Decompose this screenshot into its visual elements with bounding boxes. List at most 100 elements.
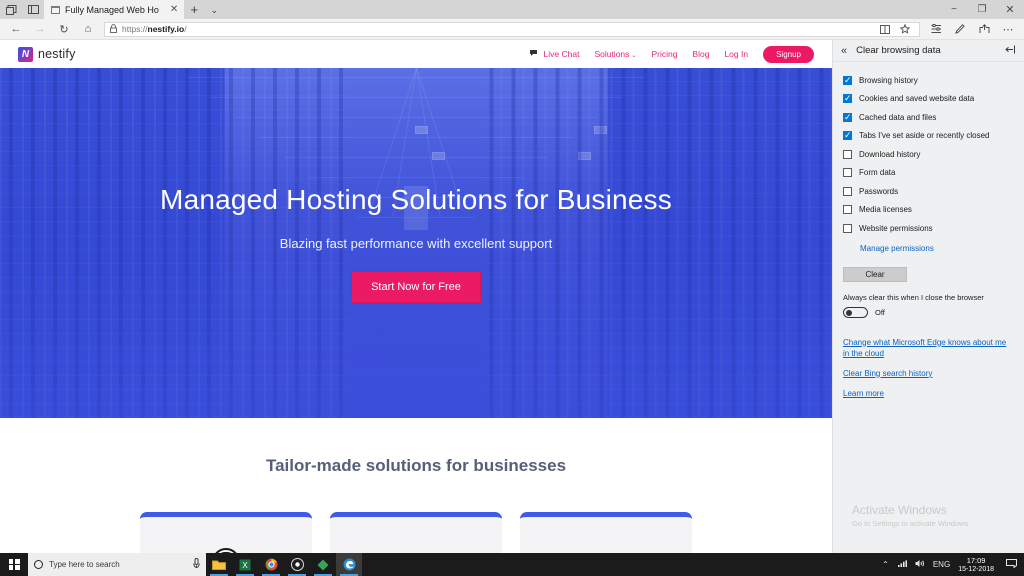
activate-windows-watermark: Activate Windows Go to Settings to activ…	[852, 503, 970, 528]
hub-icon[interactable]	[924, 19, 948, 40]
checkbox-download-history[interactable]: Download history	[843, 145, 1024, 164]
window-controls: − ❐ ✕	[940, 0, 1024, 19]
chevron-down-icon[interactable]: ⌄	[204, 0, 224, 19]
back-chevron-icon[interactable]: «	[841, 45, 847, 57]
minimize-button[interactable]: −	[940, 0, 968, 19]
checkbox-media-licenses[interactable]: Media licenses	[843, 201, 1024, 220]
checkbox-cached-data[interactable]: Cached data and files	[843, 108, 1024, 127]
microphone-icon[interactable]	[193, 558, 200, 571]
windows-taskbar: Type here to search X ⌃ ENG 17:09 15-12-…	[0, 553, 1024, 576]
more-icon[interactable]: ⋯	[996, 19, 1020, 40]
language-indicator[interactable]: ENG	[933, 560, 950, 569]
back-icon[interactable]: ←	[4, 19, 28, 40]
taskbar-search[interactable]: Type here to search	[28, 553, 206, 576]
checkbox-icon[interactable]	[843, 93, 852, 104]
chevron-down-icon: ⌄	[631, 53, 637, 59]
start-button[interactable]	[0, 553, 28, 576]
home-icon[interactable]: ⌂	[76, 19, 100, 40]
checkbox-icon[interactable]	[843, 130, 852, 141]
volume-icon[interactable]	[915, 559, 925, 570]
nav-item-solutions[interactable]: Solutions ⌄	[594, 49, 636, 59]
checkbox-form-data[interactable]: Form data	[843, 164, 1024, 183]
checkbox-icon[interactable]	[843, 223, 852, 233]
page-icon	[51, 5, 60, 14]
share-icon[interactable]	[972, 19, 996, 40]
start-now-button[interactable]: Start Now for Free	[351, 270, 481, 303]
screen: Fully Managed Web Ho ✕ + ⌄ − ❐ ✕ ← → ↻ ⌂…	[0, 0, 1024, 576]
checkbox-passwords[interactable]: Passwords	[843, 182, 1024, 201]
taskbar-app-excel[interactable]: X	[232, 553, 258, 576]
taskbar-app-file-explorer[interactable]	[206, 553, 232, 576]
refresh-icon[interactable]: ↻	[52, 19, 76, 40]
show-hidden-icons-chevron[interactable]: ⌃	[882, 560, 889, 569]
panel-header: « Clear browsing data	[833, 40, 1024, 62]
restore-button[interactable]: ❐	[968, 0, 996, 19]
checkbox-cookies[interactable]: Cookies and saved website data	[843, 90, 1024, 109]
solution-card-enterprise[interactable]	[520, 512, 692, 553]
site-logo[interactable]: N nestify	[18, 46, 76, 62]
new-tab-button[interactable]: +	[184, 0, 204, 19]
browser-tab[interactable]: Fully Managed Web Ho ✕	[44, 0, 185, 19]
checkbox-browsing-history[interactable]: Browsing history	[843, 71, 1024, 90]
logo-text: nestify	[38, 47, 76, 61]
pin-icon[interactable]	[1005, 45, 1016, 57]
checkbox-icon[interactable]	[843, 112, 852, 123]
forward-icon[interactable]: →	[28, 19, 52, 40]
network-icon[interactable]	[897, 559, 907, 570]
solution-cards	[0, 512, 832, 553]
watermark-title: Activate Windows	[852, 503, 947, 517]
taskbar-app-notes[interactable]	[310, 553, 336, 576]
svg-text:X: X	[242, 561, 248, 570]
always-clear-toggle-row: Off	[843, 306, 1024, 318]
web-page: N nestify Live Chat Solutions ⌄ Pricing B…	[0, 40, 832, 553]
favorite-star-icon[interactable]	[896, 19, 914, 40]
freelancer-illustration	[215, 548, 237, 553]
link-clear-bing-search-history[interactable]: Clear Bing search history	[843, 368, 1011, 379]
always-clear-toggle[interactable]	[843, 306, 868, 318]
link-change-what-edge-knows[interactable]: Change what Microsoft Edge knows about m…	[843, 337, 1011, 359]
nav-item-live-chat[interactable]: Live Chat	[544, 49, 580, 59]
checkbox-tabs-set-aside[interactable]: Tabs I've set aside or recently closed	[843, 127, 1024, 146]
hero-title: Managed Hosting Solutions for Business	[160, 183, 672, 215]
notes-icon[interactable]	[948, 19, 972, 40]
checkbox-icon[interactable]	[843, 75, 852, 86]
clock[interactable]: 17:09 15-12-2018	[958, 556, 994, 574]
lock-icon	[110, 23, 117, 35]
manage-permissions-link[interactable]: Manage permissions	[860, 244, 934, 253]
link-learn-more[interactable]: Learn more	[843, 388, 1011, 399]
solutions-section: Tailor-made solutions for businesses	[0, 418, 832, 553]
checkbox-icon[interactable]	[843, 205, 852, 215]
signup-button[interactable]: Signup	[763, 45, 814, 63]
nav-item-login[interactable]: Log In	[724, 49, 748, 59]
nav-item-pricing[interactable]: Pricing	[651, 49, 677, 59]
clear-button[interactable]: Clear	[843, 266, 907, 282]
close-icon[interactable]: ✕	[164, 4, 178, 15]
nav-item-blog[interactable]: Blog	[692, 49, 709, 59]
checkbox-label: Cookies and saved website data	[859, 94, 975, 104]
set-aside-tabs-icon[interactable]	[0, 0, 22, 19]
taskbar-app-microsoft-edge[interactable]	[336, 553, 362, 576]
checkbox-icon[interactable]	[843, 186, 852, 196]
cortana-icon[interactable]	[34, 560, 43, 569]
url-host: nestify.io	[147, 24, 185, 34]
checkbox-website-permissions[interactable]: Website permissions	[843, 219, 1024, 238]
address-bar[interactable]: https://nestify.io /	[104, 19, 920, 40]
hero-subtitle: Blazing fast performance with excellent …	[279, 235, 553, 251]
solution-card-freelancer[interactable]	[140, 512, 312, 553]
clear-browsing-data-panel: « Clear browsing data Browsing history C…	[832, 40, 1024, 553]
panel-links: Change what Microsoft Edge knows about m…	[843, 337, 1024, 399]
taskbar-app-media[interactable]	[284, 553, 310, 576]
taskbar-app-chrome[interactable]	[258, 553, 284, 576]
checkbox-icon[interactable]	[843, 149, 852, 159]
enterprise-building-illustration	[520, 534, 692, 553]
close-window-button[interactable]: ✕	[996, 0, 1024, 19]
checkbox-label: Form data	[859, 168, 896, 178]
solution-card-small-business[interactable]	[330, 512, 502, 553]
browser-toolbar: ← → ↻ ⌂ https://nestify.io / ⋯	[0, 19, 1024, 40]
restore-tabs-icon[interactable]	[22, 0, 44, 19]
reading-view-icon[interactable]	[876, 19, 894, 40]
clock-date: 15-12-2018	[958, 565, 994, 573]
action-center-icon[interactable]	[1002, 558, 1021, 571]
url-suffix: /	[184, 24, 187, 34]
checkbox-icon[interactable]	[843, 168, 852, 178]
